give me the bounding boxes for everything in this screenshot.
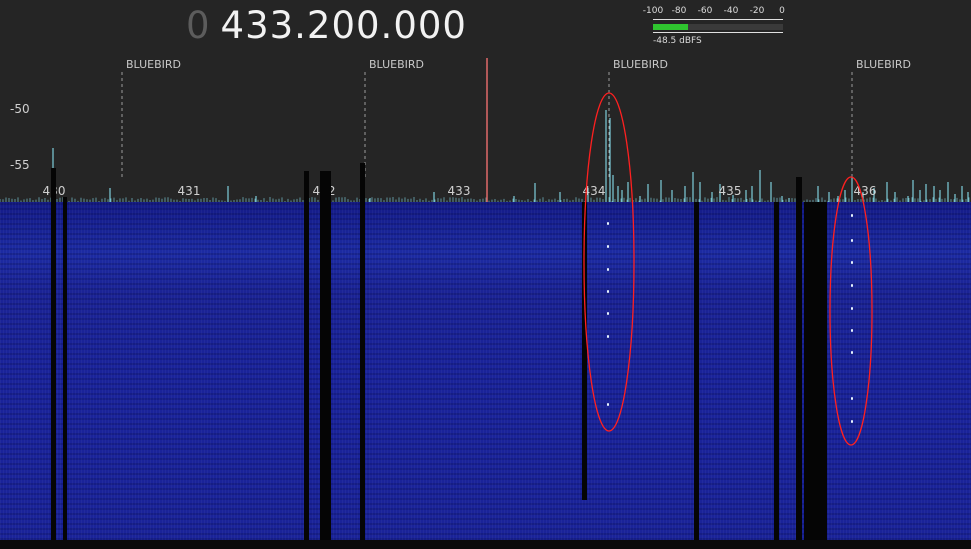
annotation-ellipse — [829, 176, 873, 446]
annotation-layer — [583, 92, 873, 446]
annotation-ellipse — [583, 92, 635, 432]
bottom-strip — [0, 540, 971, 549]
sdr-window: 0 433.200.000 -100 -80 -60 -40 -20 0 -48.… — [0, 0, 971, 549]
